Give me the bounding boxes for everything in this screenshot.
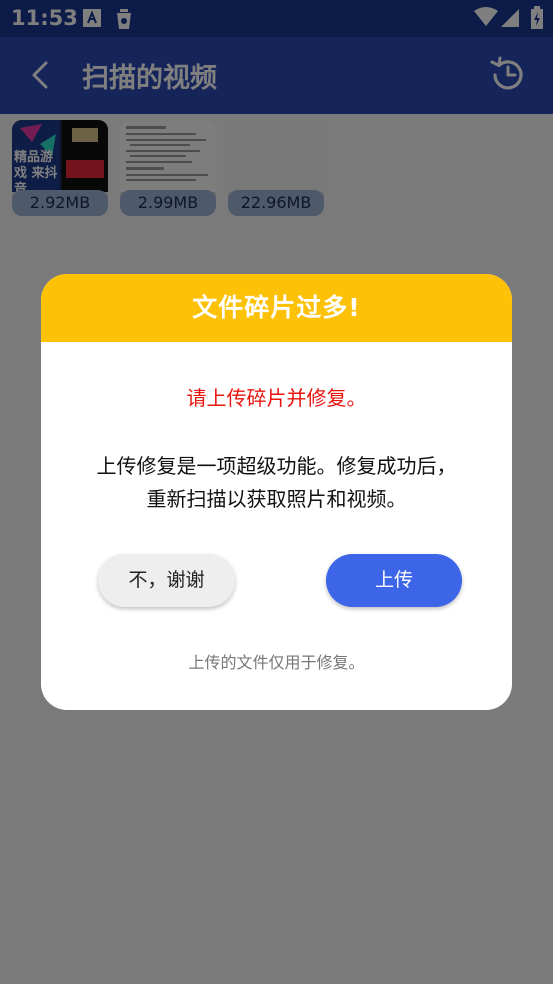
upload-button[interactable]: 上传	[326, 554, 462, 607]
fragment-repair-dialog: 文件碎片过多! 请上传碎片并修复。 上传修复是一项超级功能。修复成功后， 重新扫…	[41, 274, 512, 710]
dialog-message-line: 重新扫描以获取照片和视频。	[146, 487, 407, 511]
warning-text: 请上传碎片并修复。	[186, 386, 367, 410]
no-thanks-button[interactable]: 不，谢谢	[98, 554, 235, 607]
dialog-message: 上传修复是一项超级功能。修复成功后， 重新扫描以获取照片和视频。	[61, 450, 492, 516]
dialog-footnote: 上传的文件仅用于修复。	[188, 653, 365, 672]
dialog-title: 文件碎片过多!	[41, 274, 512, 342]
dialog-message-line: 上传修复是一项超级功能。修复成功后，	[96, 454, 457, 478]
